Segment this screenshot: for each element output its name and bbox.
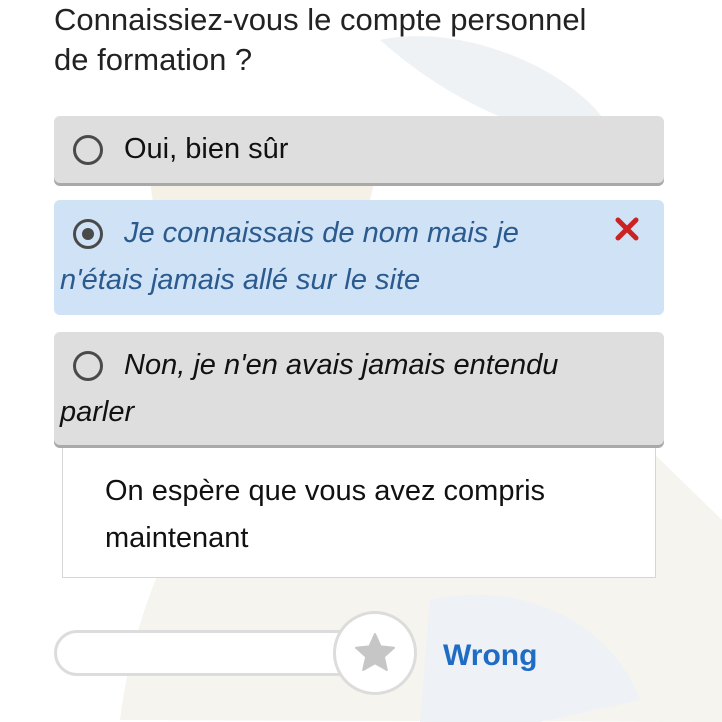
question-title: Connaissiez-vous le compte personnel de … <box>54 2 587 77</box>
answer-option-1[interactable]: Oui, bien sûr <box>54 116 664 183</box>
answer-option-3-label: Non, je n'en avais jamais entendu parler <box>60 349 559 428</box>
result-label: Wrong <box>443 639 538 672</box>
answer-option-3[interactable]: Non, je n'en avais jamais entendu parler <box>54 332 664 445</box>
score-star-knob <box>333 611 417 695</box>
answer-option-1-label: Oui, bien sûr <box>124 133 289 165</box>
feedback-text: On espère que vous avez compris maintena… <box>105 475 546 554</box>
star-icon <box>355 633 395 671</box>
answer-option-2[interactable]: Je connaissais de nom mais je n'étais ja… <box>54 200 664 315</box>
close-icon <box>615 217 639 241</box>
feedback-panel: On espère que vous avez compris maintena… <box>62 448 656 578</box>
score-bar <box>54 630 364 676</box>
answer-option-2-label: Je connaissais de nom mais je n'étais ja… <box>60 217 519 296</box>
